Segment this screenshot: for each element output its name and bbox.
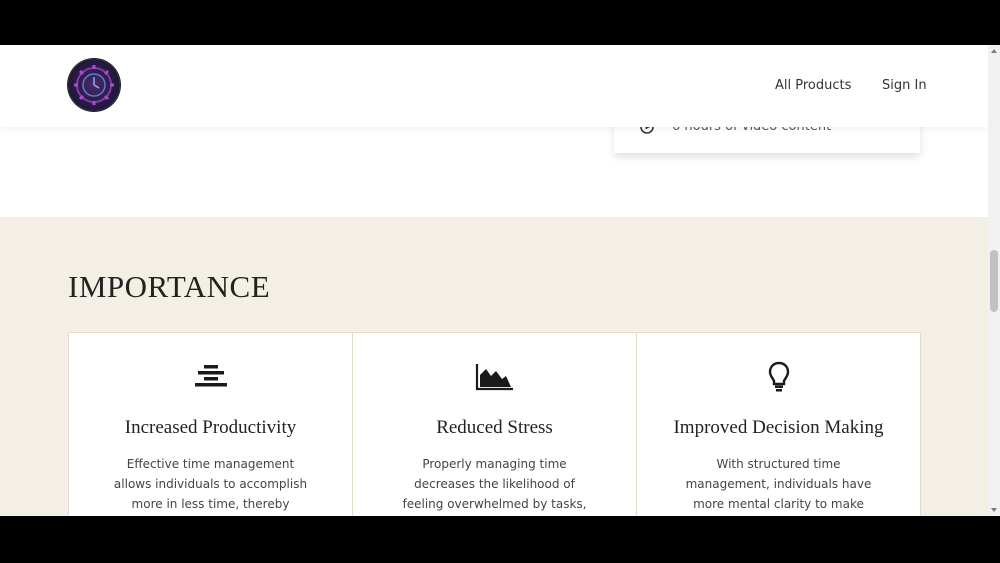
feature-title: Improved Decision Making: [673, 417, 884, 438]
feature-card-productivity: Increased Productivity Effective time ma…: [69, 333, 353, 516]
nav-all-products[interactable]: All Products: [775, 78, 851, 93]
feature-description: Effective time management allows individ…: [113, 457, 308, 511]
page-viewport: All Products Sign In 6 hours of video co…: [0, 45, 988, 516]
scroll-up-arrow-icon[interactable]: [991, 49, 997, 53]
feature-title: Reduced Stress: [436, 417, 553, 438]
feature-title: Increased Productivity: [124, 417, 297, 438]
importance-section: IMPORTANCE Increased Productivity Effect…: [0, 217, 988, 516]
gear-clock-icon: [74, 65, 114, 105]
feature-card-decision: Improved Decision Making With structured…: [637, 333, 920, 516]
feature-description: With structured time management, individ…: [685, 457, 872, 511]
feature-card-stress: Reduced Stress Properly managing time de…: [353, 333, 637, 516]
section-title: IMPORTANCE: [68, 269, 271, 304]
area-chart-icon: [475, 364, 513, 391]
nav-sign-in[interactable]: Sign In: [882, 78, 927, 93]
scrollbar-thumb[interactable]: [990, 250, 998, 312]
brand-logo[interactable]: [68, 59, 120, 111]
features-grid: Increased Productivity Effective time ma…: [68, 332, 921, 516]
feature-description: Properly managing time decreases the lik…: [402, 457, 587, 511]
align-center-icon: [194, 365, 227, 387]
vertical-scrollbar[interactable]: [988, 45, 1000, 516]
site-header: All Products Sign In: [0, 45, 988, 127]
lightbulb-icon: [768, 361, 789, 392]
scroll-down-arrow-icon[interactable]: [991, 508, 997, 512]
